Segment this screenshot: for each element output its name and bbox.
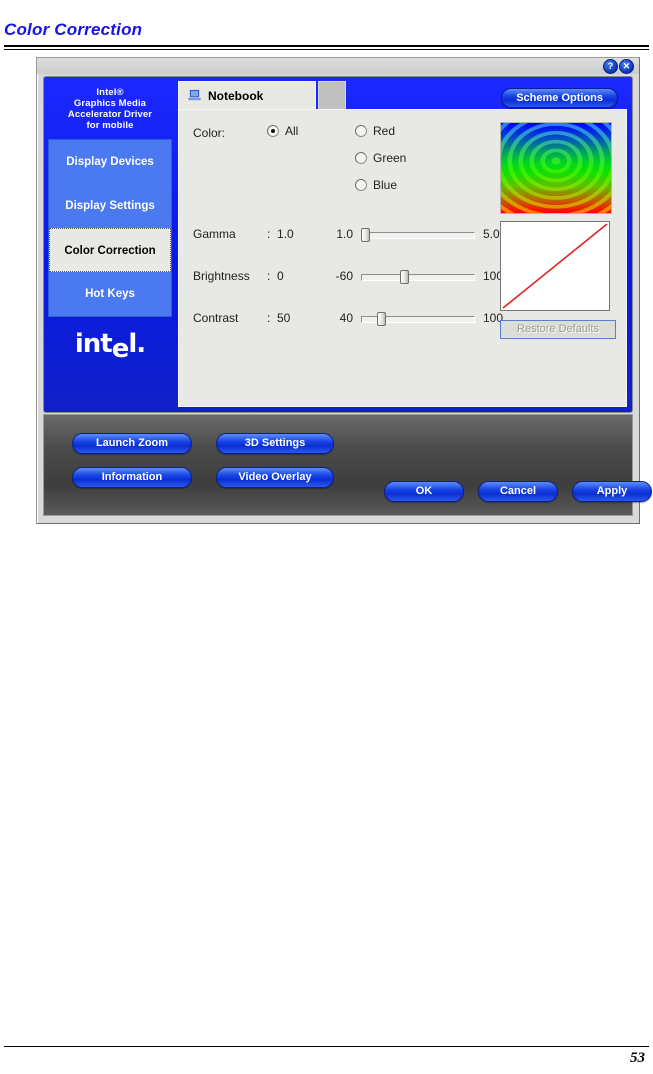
laptop-icon bbox=[188, 89, 201, 101]
gamma-curve-graph bbox=[502, 223, 608, 309]
color-gradient-preview bbox=[500, 122, 612, 214]
contrast-colon: : bbox=[267, 311, 271, 325]
bottom-button-bar: Launch Zoom 3D Settings Information Vide… bbox=[43, 414, 652, 516]
information-button[interactable]: Information bbox=[72, 467, 192, 488]
gamma-label: Gamma bbox=[193, 227, 236, 241]
brightness-min-label: -60 bbox=[335, 269, 353, 283]
blue-frame-panel: Intel® Graphics Media Accelerator Driver… bbox=[43, 76, 633, 413]
brand-line-3: Accelerator Driver bbox=[67, 109, 153, 120]
gamma-slider[interactable] bbox=[361, 228, 475, 242]
window-titlebar: ? ✕ bbox=[37, 58, 639, 74]
apply-button[interactable]: Apply bbox=[572, 481, 652, 502]
brightness-value: 0 bbox=[277, 269, 284, 283]
page-number: 53 bbox=[630, 1050, 645, 1066]
help-icon[interactable]: ? bbox=[603, 59, 618, 74]
intel-logo-part1: int bbox=[74, 329, 113, 359]
gamma-curve-preview bbox=[500, 221, 610, 311]
contrast-slider[interactable] bbox=[361, 312, 475, 326]
heading-divider bbox=[4, 45, 649, 47]
radio-green[interactable]: Green bbox=[355, 151, 406, 165]
sidebar-item-display-settings[interactable]: Display Settings bbox=[49, 184, 171, 228]
3d-settings-button[interactable]: 3D Settings bbox=[216, 433, 334, 454]
intel-logo-text: intel. bbox=[74, 329, 146, 364]
sidebar-item-hot-keys[interactable]: Hot Keys bbox=[49, 272, 171, 316]
page-title: Color Correction bbox=[4, 20, 143, 39]
radio-blue-indicator bbox=[355, 179, 367, 191]
intel-logo-part3: l. bbox=[128, 329, 146, 359]
tab-notebook[interactable]: Notebook bbox=[178, 81, 316, 109]
brand-line-1: Intel® bbox=[96, 87, 124, 98]
contrast-min-label: 40 bbox=[339, 311, 353, 325]
sidebar-item-color-correction[interactable]: Color Correction bbox=[49, 228, 171, 272]
gamma-max-label: 5.0 bbox=[483, 227, 500, 241]
color-label: Color: bbox=[193, 126, 226, 140]
intel-graphics-control-panel-window: ? ✕ Intel® Graphics Media Accelerator Dr… bbox=[36, 57, 652, 524]
contrast-slider-thumb[interactable] bbox=[376, 312, 386, 326]
color-correction-panel: Scheme Options Color: All Red Green Blue… bbox=[178, 88, 627, 407]
close-icon[interactable]: ✕ bbox=[619, 59, 634, 74]
brightness-label: Brightness bbox=[193, 269, 250, 283]
launch-zoom-button[interactable]: Launch Zoom bbox=[72, 433, 192, 454]
footer-divider bbox=[4, 1046, 649, 1047]
radio-all-indicator bbox=[267, 125, 279, 137]
contrast-value: 50 bbox=[277, 311, 291, 325]
intel-logo-part2: e bbox=[111, 334, 130, 364]
preview-column: Restore Defaults bbox=[500, 122, 616, 339]
radio-red[interactable]: Red bbox=[355, 124, 395, 138]
brightness-colon: : bbox=[267, 269, 271, 283]
radio-red-label: Red bbox=[373, 124, 396, 138]
brightness-slider-thumb[interactable] bbox=[399, 270, 409, 284]
radio-red-indicator bbox=[355, 125, 367, 137]
sidebar-item-display-devices[interactable]: Display Devices bbox=[49, 140, 171, 184]
content-area: Notebook Scheme Options Color: All Red G… bbox=[178, 81, 627, 407]
gamma-min-label: 1.0 bbox=[336, 227, 353, 241]
scheme-options-button[interactable]: Scheme Options bbox=[501, 88, 618, 108]
video-overlay-button[interactable]: Video Overlay bbox=[216, 467, 334, 488]
radio-all-label: All bbox=[285, 124, 299, 138]
radio-green-label: Green bbox=[373, 151, 407, 165]
radio-all[interactable]: All bbox=[267, 124, 298, 138]
restore-defaults-button[interactable]: Restore Defaults bbox=[500, 320, 616, 339]
brand-line-2: Graphics Media bbox=[73, 98, 147, 109]
gradient-rings bbox=[501, 123, 611, 213]
heading-divider-thin bbox=[4, 49, 649, 50]
radio-blue-label: Blue bbox=[373, 178, 398, 192]
brightness-slider-track[interactable] bbox=[361, 274, 475, 281]
ok-button[interactable]: OK bbox=[384, 481, 464, 502]
radio-blue[interactable]: Blue bbox=[355, 178, 397, 192]
tab-placeholder[interactable] bbox=[318, 81, 346, 109]
intel-logo: intel. bbox=[48, 323, 172, 365]
brand-block: Intel® Graphics Media Accelerator Driver… bbox=[48, 81, 172, 137]
contrast-label: Contrast bbox=[193, 311, 239, 325]
sidebar-nav: Display Devices Display Settings Color C… bbox=[48, 139, 172, 317]
gamma-slider-thumb[interactable] bbox=[361, 228, 370, 242]
gamma-value: 1.0 bbox=[277, 227, 294, 241]
sidebar: Intel® Graphics Media Accelerator Driver… bbox=[48, 81, 172, 407]
brightness-slider[interactable] bbox=[361, 270, 475, 284]
tab-notebook-label: Notebook bbox=[208, 88, 264, 103]
cancel-button[interactable]: Cancel bbox=[478, 481, 558, 502]
scheme-options-wrapper: Scheme Options bbox=[501, 88, 618, 108]
brand-line-4: for mobile bbox=[86, 120, 134, 131]
gamma-colon: : bbox=[267, 227, 271, 241]
gamma-slider-track[interactable] bbox=[361, 232, 475, 239]
radio-green-indicator bbox=[355, 152, 367, 164]
